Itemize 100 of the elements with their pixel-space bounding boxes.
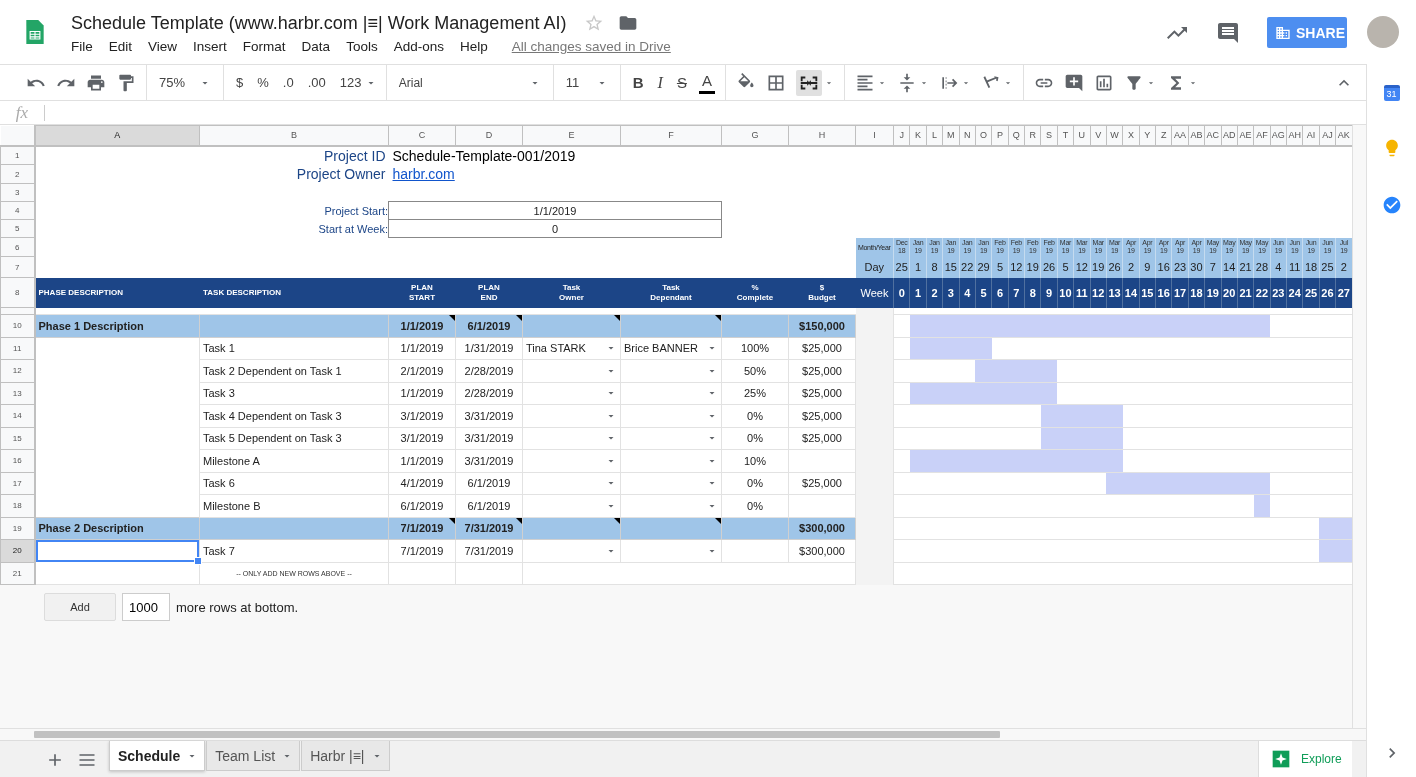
- percent-button[interactable]: %: [255, 69, 271, 96]
- table-cell: 3/31/2019: [464, 432, 514, 445]
- table-cell: Tina STARK: [526, 342, 586, 355]
- menu-item[interactable]: File: [71, 39, 93, 54]
- table-cell: 1/1/2019: [400, 342, 444, 355]
- row-header[interactable]: 11: [0, 337, 35, 360]
- document-title[interactable]: Schedule Template (www.harbr.com |≡| Work Management AI): [71, 12, 567, 34]
- table-cell: Task 2 Dependent on Task 1: [203, 364, 342, 377]
- sheet-tab[interactable]: Team List: [206, 741, 301, 771]
- row-header[interactable]: 20: [0, 539, 35, 562]
- sparkle-icon: [1271, 749, 1291, 769]
- formula-label: fx: [14, 102, 30, 123]
- input-cell[interactable]: 0: [388, 219, 722, 238]
- table-cell: 6/1/2019: [400, 499, 444, 512]
- column-header[interactable]: C: [388, 125, 456, 146]
- column-header[interactable]: G: [721, 125, 789, 146]
- decrease-decimals-button[interactable]: .0: [280, 69, 296, 96]
- add-button[interactable]: Add: [44, 593, 116, 621]
- row-header[interactable]: 14: [0, 404, 35, 427]
- table-cell: 6/1/2019: [467, 477, 511, 490]
- increase-decimals-button[interactable]: .00: [305, 69, 328, 96]
- table-cell: Task 5 Dependent on Task 3: [203, 432, 342, 445]
- fill-handle[interactable]: [194, 557, 202, 565]
- row-header[interactable]: 21: [0, 562, 35, 585]
- column-title: $ Budget: [808, 282, 836, 303]
- font-size-dropdown[interactable]: 11: [563, 69, 610, 96]
- italic-button[interactable]: I: [655, 69, 665, 96]
- table-cell: $25,000: [802, 342, 842, 355]
- menu-item[interactable]: Tools: [346, 39, 378, 54]
- paint-roller-icon[interactable]: [116, 72, 136, 93]
- row-header[interactable]: 17: [0, 472, 35, 495]
- strikethrough-button[interactable]: S: [674, 69, 689, 96]
- column-header[interactable]: H: [788, 125, 856, 146]
- table-cell: $25,000: [802, 387, 842, 400]
- row-header[interactable]: 12: [0, 359, 35, 382]
- menu-item[interactable]: Add-ons: [393, 39, 444, 54]
- table-cell: $25,000: [802, 432, 842, 445]
- bold-button[interactable]: B: [630, 69, 646, 96]
- field-label: Project ID: [324, 147, 386, 164]
- column-header[interactable]: A: [34, 125, 200, 146]
- column-title: Task Owner: [559, 282, 584, 303]
- explore-button[interactable]: Explore: [1258, 741, 1352, 777]
- table-cell: 3/31/2019: [464, 409, 514, 422]
- field-label: Project Owner: [296, 166, 386, 182]
- column-header[interactable]: I: [855, 125, 894, 146]
- menu-item[interactable]: Help: [459, 39, 488, 54]
- table-cell: 2/28/2019: [464, 387, 514, 400]
- table-cell: $150,000: [799, 319, 845, 332]
- row-header[interactable]: 10: [0, 314, 35, 337]
- column-header[interactable]: E: [522, 125, 621, 146]
- text-color-button[interactable]: A: [698, 71, 715, 94]
- input-cell[interactable]: 1/1/2019: [388, 201, 722, 220]
- table-cell: $25,000: [802, 477, 842, 490]
- row-header[interactable]: 7: [0, 256, 35, 278]
- menu-item[interactable]: Data: [301, 39, 331, 54]
- scrollbar-thumb[interactable]: [34, 731, 1000, 738]
- column-header[interactable]: B: [199, 125, 389, 146]
- currency-button[interactable]: $: [234, 69, 246, 96]
- calendar-icon[interactable]: 31: [1383, 85, 1400, 101]
- table-cell: 3/1/2019: [400, 409, 444, 422]
- sheet-tab[interactable]: Schedule: [109, 741, 206, 771]
- table-cell: $25,000: [802, 409, 842, 422]
- folder-icon[interactable]: [618, 13, 639, 33]
- building-icon: [1275, 24, 1291, 41]
- add-comment-icon[interactable]: [1063, 72, 1084, 93]
- zoom-dropdown[interactable]: 75%: [157, 69, 213, 96]
- row-count-input[interactable]: 1000: [122, 593, 170, 621]
- column-title: % Complete: [736, 282, 774, 303]
- horizontal-scrollbar[interactable]: [0, 728, 1366, 740]
- menu-item[interactable]: Edit: [108, 39, 133, 54]
- merge-cells-icon[interactable]: [795, 69, 822, 96]
- row-header[interactable]: 8: [0, 277, 35, 308]
- link[interactable]: harbr.com: [392, 166, 455, 182]
- row-header[interactable]: 19: [0, 517, 35, 540]
- column-header[interactable]: D: [455, 125, 523, 146]
- vertical-scrollbar[interactable]: [1352, 125, 1366, 728]
- comment-icon[interactable]: [1216, 21, 1240, 45]
- column-title: PLAN START: [408, 282, 436, 303]
- sheet-tab[interactable]: Harbr |≡|: [301, 741, 390, 771]
- menu-item[interactable]: Insert: [193, 39, 227, 54]
- row-header[interactable]: 18: [0, 494, 35, 517]
- field-value: Schedule-Template-001/2019: [392, 147, 576, 164]
- table-cell: Task 4 Dependent on Task 3: [203, 409, 342, 422]
- table-cell: 50%: [744, 364, 766, 377]
- font-dropdown[interactable]: Arial: [396, 69, 543, 96]
- menu-item[interactable]: Format: [242, 39, 286, 54]
- row-header[interactable]: 16: [0, 449, 35, 472]
- save-status-link[interactable]: All changes saved in Drive: [511, 39, 671, 54]
- row-label: Day: [855, 256, 894, 278]
- column-header[interactable]: F: [620, 125, 722, 146]
- row-header[interactable]: 15: [0, 427, 35, 450]
- menu-item[interactable]: View: [148, 39, 178, 54]
- number-format-dropdown[interactable]: 123: [337, 69, 376, 96]
- table-cell: Brice BANNER: [624, 342, 698, 355]
- selected-cell[interactable]: [34, 539, 200, 562]
- table-cell: 1/1/2019: [400, 319, 444, 332]
- row-header[interactable]: 13: [0, 382, 35, 405]
- table-cell: 0%: [747, 409, 763, 422]
- table-cell: 7/31/2019: [464, 522, 514, 535]
- table-cell: Task 6: [203, 477, 235, 490]
